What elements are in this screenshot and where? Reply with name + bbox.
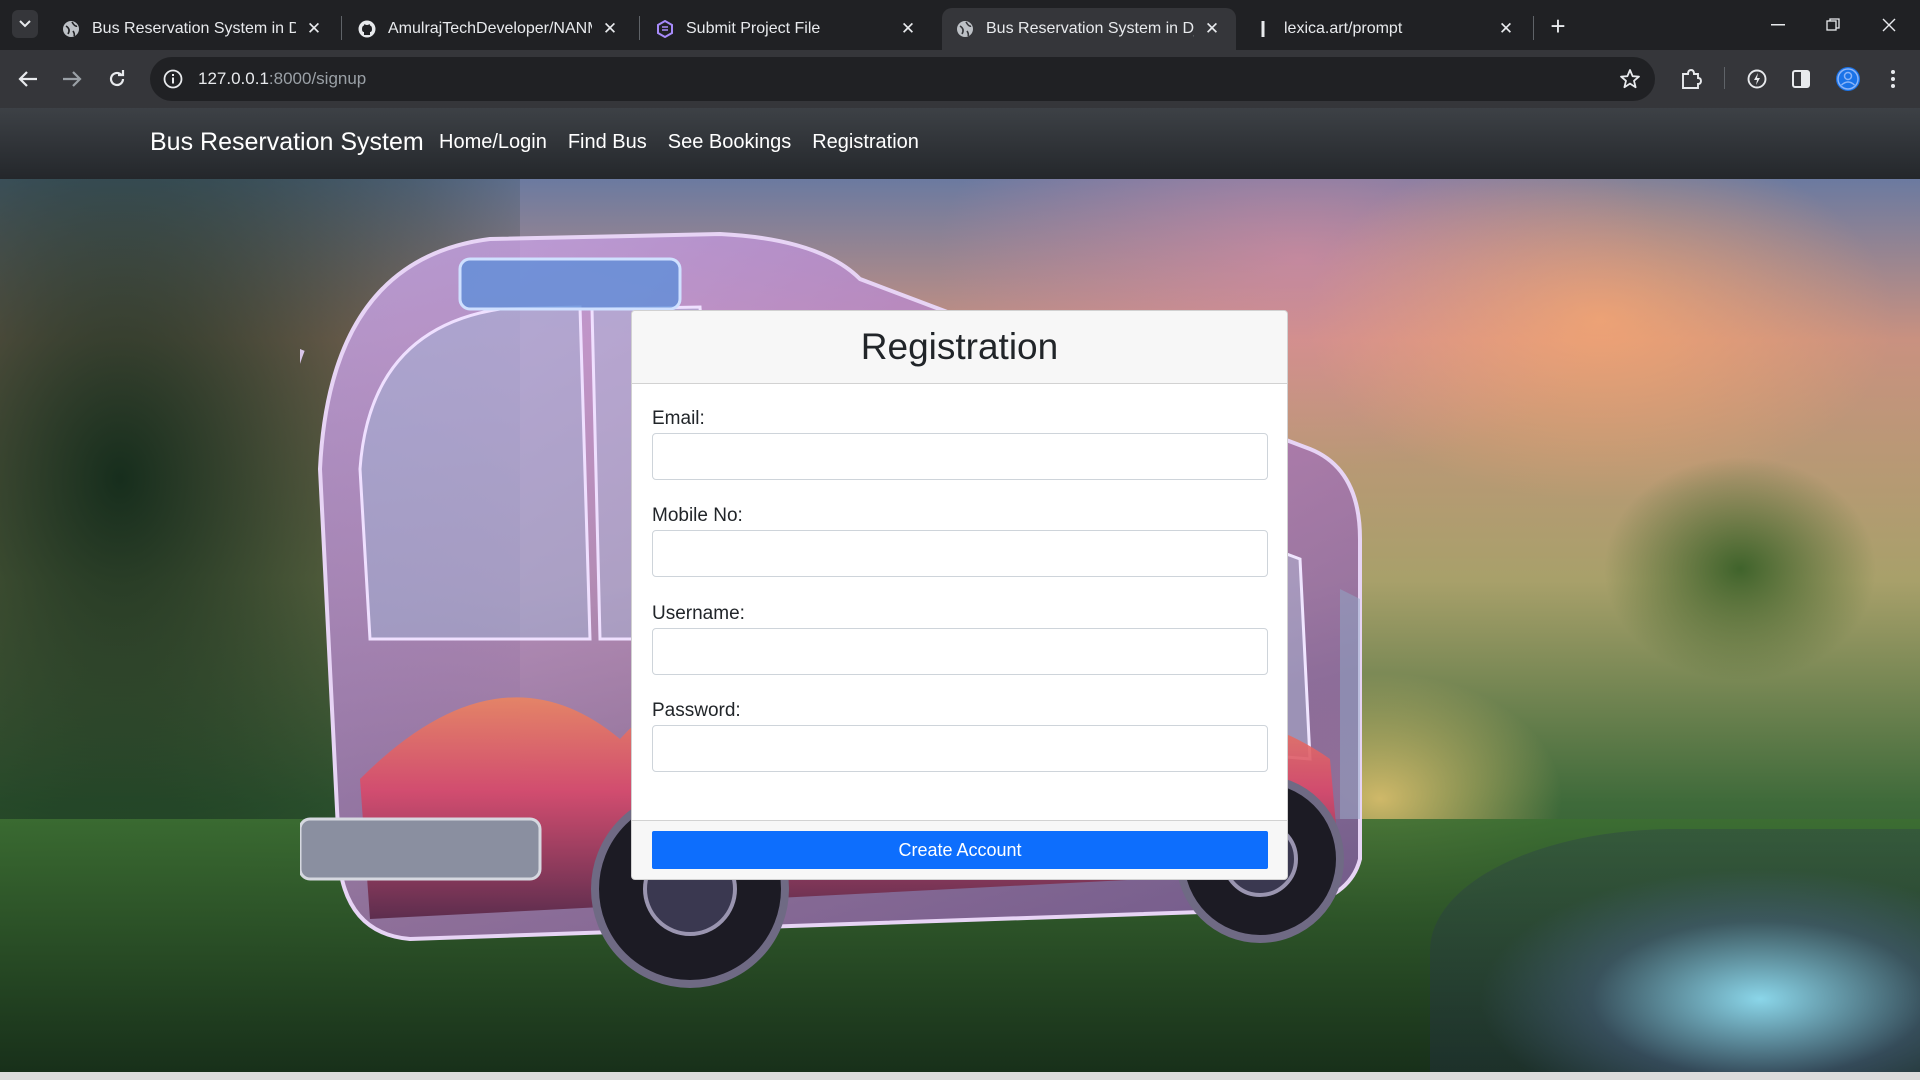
close-icon[interactable]: ✕ — [898, 19, 918, 39]
username-label: Username: — [652, 603, 745, 624]
github-icon — [358, 20, 376, 38]
create-account-button[interactable]: Create Account — [652, 831, 1268, 869]
side-panel-icon — [1792, 70, 1810, 88]
more-vertical-icon — [1891, 70, 1895, 88]
card-footer: Create Account — [632, 820, 1287, 879]
gauge-icon — [1747, 69, 1767, 89]
back-button[interactable] — [13, 64, 43, 94]
reload-icon — [109, 70, 125, 87]
minimize-icon — [1771, 24, 1785, 26]
close-window-button[interactable] — [1866, 8, 1912, 42]
browser-tab-strip: Bus Reservation System in Djan ✕ Amulraj… — [0, 0, 1920, 50]
minimize-button[interactable] — [1755, 8, 1801, 42]
site-brand[interactable]: Bus Reservation System — [150, 128, 424, 157]
url-path: :8000/signup — [268, 69, 367, 88]
globe-icon — [62, 20, 80, 38]
close-icon[interactable]: ✕ — [304, 19, 324, 39]
close-icon — [1882, 18, 1896, 32]
side-panel-button[interactable] — [1786, 64, 1816, 94]
tab-divider — [1533, 16, 1534, 40]
close-icon[interactable]: ✕ — [600, 19, 620, 39]
browser-toolbar: 127.0.0.1:8000/signup — [0, 50, 1920, 108]
close-icon[interactable]: ✕ — [1496, 19, 1516, 39]
password-label: Password: — [652, 700, 741, 721]
email-field[interactable] — [652, 433, 1268, 480]
hero-background-image: Registration Email: Mobile No: Username:… — [0, 179, 1920, 1072]
performance-button[interactable] — [1742, 64, 1772, 94]
arrow-left-icon — [18, 71, 37, 87]
address-bar[interactable]: 127.0.0.1:8000/signup — [150, 57, 1655, 101]
page-title: Registration — [860, 326, 1059, 367]
registration-card: Registration Email: Mobile No: Username:… — [631, 310, 1288, 880]
nav-link-registration[interactable]: Registration — [812, 131, 919, 154]
toolbar-divider — [1724, 67, 1725, 89]
url-host: 127.0.0.1 — [198, 69, 269, 88]
bookmark-star-icon[interactable] — [1619, 68, 1641, 90]
forward-button[interactable] — [57, 64, 87, 94]
window-bottom-edge — [0, 1072, 1920, 1080]
browser-tab-4-active[interactable]: Bus Reservation System in Djan ✕ — [942, 8, 1236, 50]
puzzle-icon — [1682, 69, 1702, 89]
browser-tab-5[interactable]: lexica.art/prompt ✕ — [1240, 8, 1530, 50]
tab-divider — [639, 16, 640, 40]
email-label: Email: — [652, 408, 705, 429]
menu-button[interactable] — [1878, 64, 1908, 94]
browser-tab-3[interactable]: Submit Project File ✕ — [642, 8, 932, 50]
url-text: 127.0.0.1:8000/signup — [198, 69, 366, 89]
tab-title: lexica.art/prompt — [1284, 20, 1403, 37]
tab-title: AmulrajTechDeveloper/NANMU — [388, 20, 592, 37]
reload-button[interactable] — [102, 64, 132, 94]
chevron-down-icon — [19, 20, 31, 28]
globe-icon — [956, 20, 974, 38]
profile-button[interactable] — [1833, 64, 1863, 94]
mobile-no-label: Mobile No: — [652, 505, 743, 526]
card-header: Registration — [632, 311, 1287, 384]
close-icon[interactable]: ✕ — [1202, 19, 1222, 39]
extensions-button[interactable] — [1676, 64, 1706, 94]
site-nav-links: Home/Login Find Bus See Bookings Registr… — [439, 131, 919, 154]
avatar-icon — [1836, 67, 1860, 91]
tab-title: Bus Reservation System in Djan — [92, 20, 296, 37]
web-page: Bus Reservation System Home/Login Find B… — [0, 108, 1920, 1072]
trees-background — [1560, 419, 1920, 779]
nav-link-see-bookings[interactable]: See Bookings — [668, 131, 791, 154]
lexica-icon — [1254, 20, 1272, 38]
site-info-icon[interactable] — [162, 68, 184, 90]
nav-link-find-bus[interactable]: Find Bus — [568, 131, 647, 154]
password-field[interactable] — [652, 725, 1268, 772]
new-tab-button[interactable]: + — [1544, 11, 1572, 41]
arrow-right-icon — [63, 71, 82, 87]
tab-divider — [341, 16, 342, 40]
form-icon — [656, 20, 674, 38]
browser-tab-2[interactable]: AmulrajTechDeveloper/NANMU ✕ — [344, 8, 634, 50]
browser-tab-1[interactable]: Bus Reservation System in Djan ✕ — [48, 8, 338, 50]
tab-search-button[interactable] — [12, 10, 38, 38]
tab-title: Submit Project File — [686, 20, 821, 37]
username-field[interactable] — [652, 628, 1268, 675]
restore-icon — [1826, 18, 1840, 31]
nav-link-home-login[interactable]: Home/Login — [439, 131, 547, 154]
tab-title: Bus Reservation System in Djan — [986, 20, 1194, 37]
mobile-no-field[interactable] — [652, 530, 1268, 577]
restore-button[interactable] — [1810, 8, 1856, 42]
site-navbar: Bus Reservation System Home/Login Find B… — [0, 108, 1920, 179]
